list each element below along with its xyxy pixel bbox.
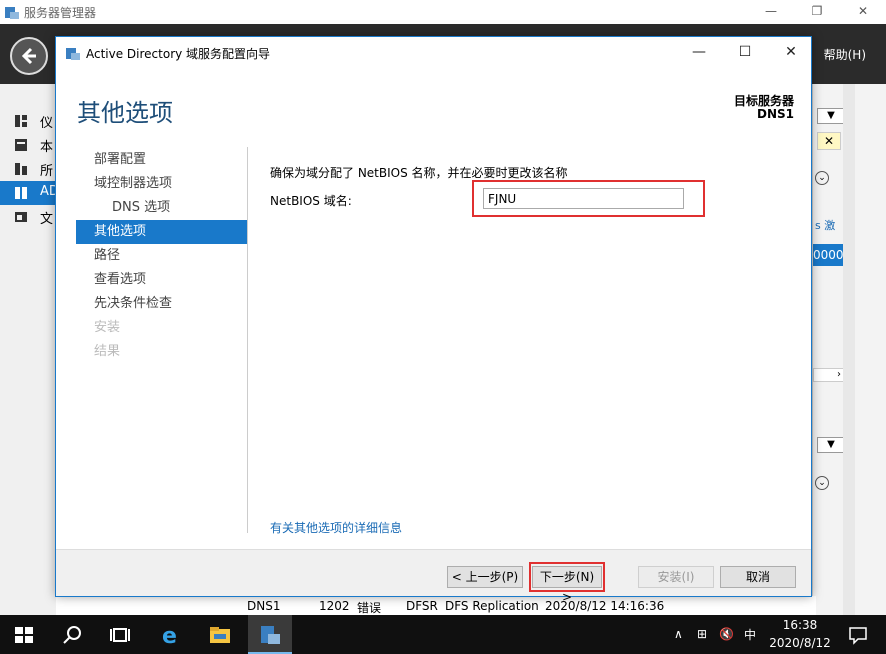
event-severity: 错误 (357, 601, 382, 615)
next-button[interactable]: 下一步(N) > (532, 566, 602, 604)
server-manager-nav: 仪 本 所 AD 文 (0, 84, 59, 615)
server-manager-titlebar: 服务器管理器 — ❐ ✕ (0, 0, 886, 24)
netbios-name-input[interactable] (483, 188, 684, 209)
step-deployment-config[interactable]: 部署配置 (76, 148, 247, 172)
clock-date[interactable]: 2020/8/12 (764, 636, 836, 650)
event-id: 1202 (319, 599, 350, 613)
svg-text:e: e (162, 624, 177, 647)
selected-row-fragment[interactable]: 0000 (813, 244, 845, 266)
vertical-scrollbar[interactable] (843, 84, 855, 615)
restore-button[interactable]: ❐ (794, 0, 840, 24)
notification-center-icon[interactable] (846, 623, 870, 647)
event-log: DFS Replication (445, 599, 539, 613)
file-services-icon (15, 212, 27, 222)
step-results: 结果 (94, 344, 121, 359)
step-paths[interactable]: 路径 (76, 244, 247, 268)
nav-label: 仪 (40, 116, 54, 131)
divider (247, 147, 248, 533)
close-button[interactable]: ✕ (840, 0, 886, 24)
server-manager-title: 服务器管理器 (24, 6, 97, 20)
taskbar-server-manager[interactable] (248, 615, 292, 654)
clock-time[interactable]: 16:38 (770, 618, 830, 632)
windows-start-icon[interactable] (12, 623, 36, 647)
search-icon[interactable] (61, 623, 85, 647)
wizard-minimize-button[interactable]: — (676, 37, 722, 69)
netbios-label: NetBIOS 域名: (270, 194, 352, 208)
dropdown-arrow-icon-2[interactable]: ▼ (817, 437, 845, 453)
previous-button[interactable]: < 上一步(P) (447, 566, 523, 588)
server-manager-icon (66, 48, 80, 60)
arrow-left-icon (21, 47, 36, 65)
wizard-close-button[interactable]: ✕ (768, 37, 814, 69)
target-server-value: DNS1 (757, 107, 794, 121)
more-info-link[interactable]: 有关其他选项的详细信息 (270, 519, 402, 536)
task-link-fragment[interactable]: s 激 (815, 217, 835, 233)
wizard-steps: 部署配置 域控制器选项 DNS 选项 其他选项 路径 查看选项 先决条件检查 安… (76, 148, 247, 364)
server-manager-right-pane: ▼ ✕ ⌄ s 激 0000 › ▼ ⌄ (812, 84, 886, 615)
volume-muted-icon[interactable]: 🔇 (719, 627, 734, 641)
ad-ds-icon (15, 187, 27, 199)
nav-label: 文 (40, 212, 54, 227)
scroll-right-icon[interactable]: › (813, 368, 845, 382)
expand-circle-icon[interactable]: ⌄ (815, 171, 829, 185)
task-view-icon[interactable] (108, 623, 132, 647)
dashboard-icon (15, 115, 27, 127)
step-prerequisites[interactable]: 先决条件检查 (76, 292, 247, 316)
page-title: 其他选项 (77, 99, 173, 127)
tray-expand-icon[interactable]: ∧ (674, 627, 683, 641)
notification-close-icon[interactable]: ✕ (817, 132, 841, 150)
nav-item-all-servers[interactable]: 所 (0, 157, 56, 181)
cancel-button[interactable]: 取消 (720, 566, 796, 588)
help-menu[interactable]: 帮助(H) (824, 46, 866, 63)
install-button: 安装(I) (638, 566, 714, 588)
nav-item-file-services[interactable]: 文 (0, 205, 56, 229)
step-additional-options[interactable]: 其他选项 (76, 220, 247, 244)
step-dns-options[interactable]: DNS 选项 (76, 196, 247, 220)
step-review-options[interactable]: 查看选项 (76, 268, 247, 292)
page-description: 确保为域分配了 NetBIOS 名称，并在必要时更改该名称 (270, 166, 568, 180)
event-source: DFSR (406, 599, 438, 613)
taskbar: e ∧ ⊞ 🔇 中 16:38 2020/8/12 (0, 615, 886, 654)
wizard-title: Active Directory 域服务配置向导 (86, 47, 271, 61)
file-explorer-icon[interactable] (208, 623, 232, 647)
step-installation: 安装 (94, 320, 121, 335)
step-dc-options[interactable]: 域控制器选项 (76, 172, 247, 196)
local-server-icon (15, 139, 27, 151)
minimize-button[interactable]: — (748, 0, 794, 24)
server-manager-icon (5, 7, 19, 19)
nav-label: 所 (40, 164, 54, 179)
expand-circle-icon-2[interactable]: ⌄ (815, 476, 829, 490)
server-manager-icon (261, 626, 280, 644)
event-server: DNS1 (247, 599, 281, 613)
wizard-maximize-button[interactable]: ☐ (722, 37, 768, 69)
nav-item-ad-ds[interactable]: AD (0, 181, 59, 205)
wizard-titlebar: Active Directory 域服务配置向导 — ☐ ✕ (56, 37, 811, 69)
back-button[interactable] (10, 37, 48, 75)
nav-item-local-server[interactable]: 本 (0, 133, 56, 157)
ime-indicator[interactable]: 中 (744, 626, 756, 643)
all-servers-icon (15, 163, 27, 175)
network-icon[interactable]: ⊞ (697, 627, 707, 641)
dropdown-arrow-icon[interactable]: ▼ (817, 108, 845, 124)
ad-ds-config-wizard: Active Directory 域服务配置向导 — ☐ ✕ 其他选项 目标服务… (55, 36, 812, 604)
event-row: DNS1 1202 错误 DFSR DFS Replication 2020/8… (216, 596, 816, 615)
nav-item-dashboard[interactable]: 仪 (0, 109, 56, 133)
wizard-footer: < 上一步(P) 下一步(N) > 安装(I) 取消 (56, 549, 811, 604)
nav-label: 本 (40, 140, 54, 155)
internet-explorer-icon[interactable]: e (160, 623, 184, 647)
